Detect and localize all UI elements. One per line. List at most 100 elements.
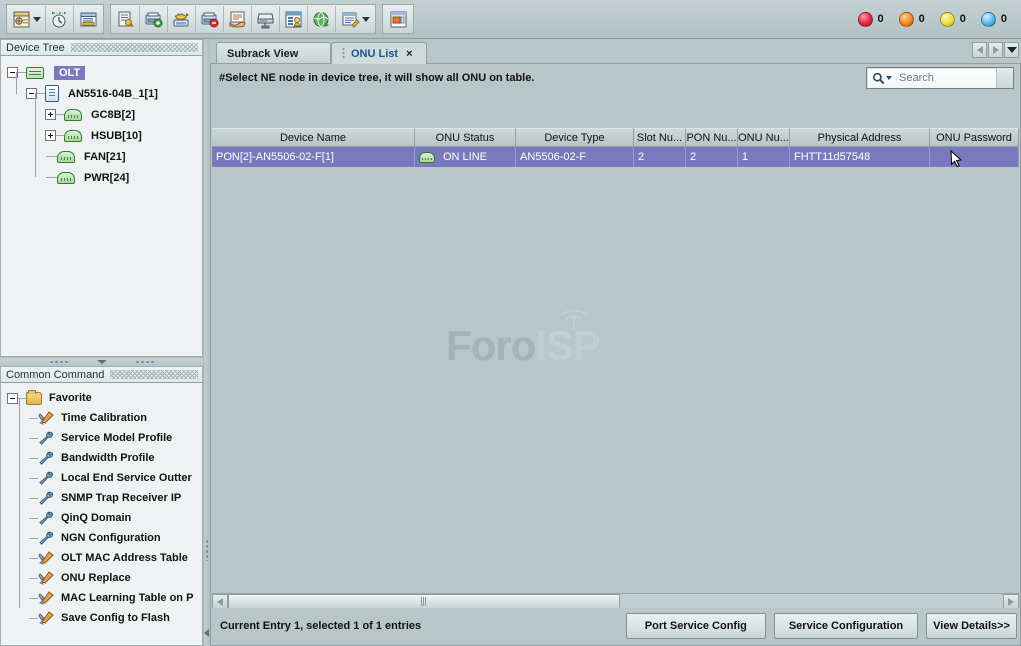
chevron-down-icon[interactable] — [33, 17, 41, 22]
search-input[interactable]: Search — [866, 67, 1014, 89]
vertical-splitter[interactable] — [203, 39, 210, 646]
tab-subrack-view[interactable]: Subrack View — [216, 42, 331, 64]
critical-alarm-count: 0 — [878, 13, 884, 25]
expander-plus-icon[interactable] — [45, 109, 56, 120]
collapse-arrow-icon[interactable] — [97, 360, 107, 364]
alarm-summary: 0 0 0 0 — [846, 12, 1021, 27]
tree-node-pwr[interactable]: PWR[24] — [1, 167, 202, 188]
polling-button[interactable] — [46, 6, 74, 32]
warning-alarm[interactable]: 0 — [981, 12, 1007, 27]
minor-alarm[interactable]: 0 — [940, 12, 966, 27]
expander-plus-icon[interactable] — [45, 130, 56, 141]
table-row[interactable]: PON[2]-AN5506-02-F[1] ON LINE AN5506-02-… — [212, 147, 1019, 167]
command-item-label: MAC Learning Table on P — [61, 592, 193, 604]
common-command-body[interactable]: Favorite Time Calibration — [0, 383, 203, 646]
command-item-save-config-to-flash[interactable]: Save Config to Flash — [1, 608, 202, 628]
topology-button[interactable] — [8, 6, 46, 32]
panel-grip[interactable] — [110, 370, 198, 379]
column-header-slot-number[interactable]: Slot Nu... — [634, 128, 686, 147]
command-item-onu-replace[interactable]: ONU Replace — [1, 568, 202, 588]
server-button[interactable] — [252, 6, 280, 32]
tools-icon — [38, 571, 54, 585]
chevron-down-icon[interactable] — [886, 76, 892, 80]
tab-list-button[interactable] — [1004, 42, 1019, 58]
tab-scroll-right-button[interactable] — [988, 42, 1003, 58]
application-window: 0 0 0 0 Device Tree — [0, 0, 1021, 646]
horizontal-splitter[interactable] — [0, 357, 203, 366]
collapse-arrow-icon[interactable] — [204, 629, 209, 637]
port-service-config-button[interactable]: Port Service Config — [626, 613, 766, 639]
panel-grip[interactable] — [71, 43, 198, 52]
scroll-right-button[interactable] — [1003, 594, 1019, 609]
splitter-grip — [135, 360, 155, 364]
network-discovery-button[interactable] — [168, 6, 196, 32]
command-item-ngn-configuration[interactable]: NGN Configuration — [1, 528, 202, 548]
tree-node-olt[interactable]: OLT — [1, 62, 202, 83]
license-button[interactable] — [224, 6, 252, 32]
tree-connector — [29, 478, 38, 479]
chevron-down-icon[interactable] — [362, 17, 370, 22]
command-item-qinq-domain[interactable]: QinQ Domain — [1, 508, 202, 528]
cell-device-name: PON[2]-AN5506-02-F[1] — [212, 147, 415, 167]
command-item-local-end-service-outter[interactable]: Local End Service Outter — [1, 468, 202, 488]
critical-alarm[interactable]: 0 — [858, 12, 884, 27]
column-header-onu-status[interactable]: ONU Status — [415, 128, 516, 147]
scroll-left-button[interactable] — [212, 594, 228, 609]
command-item-snmp-trap-receiver-ip[interactable]: SNMP Trap Receiver IP — [1, 488, 202, 508]
left-dock: Device Tree OLT — [0, 39, 206, 646]
search-field-area[interactable] — [996, 68, 1013, 88]
tab-scroll-left-button[interactable] — [972, 42, 987, 58]
tree-connector — [46, 177, 57, 178]
authorization-button[interactable] — [112, 6, 140, 32]
tree-connector — [29, 538, 38, 539]
command-item-label: OLT MAC Address Table — [61, 552, 188, 564]
command-item-mac-learning-table-on-port[interactable]: MAC Learning Table on P — [1, 588, 202, 608]
shelf-icon — [64, 109, 82, 121]
close-icon[interactable]: × — [406, 48, 412, 60]
onu-table[interactable]: Device Name ONU Status Device Type Slot … — [212, 128, 1019, 646]
table-header-row: Device Name ONU Status Device Type Slot … — [212, 128, 1019, 147]
table-horizontal-scrollbar[interactable] — [212, 593, 1019, 609]
global-button[interactable] — [308, 6, 336, 32]
scroll-thumb[interactable] — [228, 594, 620, 609]
command-item-olt-mac-address-table[interactable]: OLT MAC Address Table — [1, 548, 202, 568]
device-tree-body[interactable]: OLT AN5516-04B_1[1] — [0, 56, 203, 357]
major-alarm[interactable]: 0 — [899, 12, 925, 27]
column-header-device-name[interactable]: Device Name — [212, 128, 415, 147]
tree-node-fan[interactable]: FAN[21] — [1, 146, 202, 167]
favorite-folder-row[interactable]: Favorite — [1, 388, 202, 408]
scroll-thumb-grip — [421, 597, 427, 606]
add-device-button[interactable] — [140, 6, 168, 32]
tree-connector — [18, 72, 26, 73]
onu-list-button[interactable] — [74, 6, 102, 32]
column-header-onu-password[interactable]: ONU Password — [930, 128, 1019, 147]
report-button[interactable] — [336, 6, 374, 32]
tree-node-label: FAN[21] — [84, 151, 126, 163]
tools-icon — [38, 591, 54, 605]
common-command-title-bar: Common Command — [0, 366, 203, 383]
column-header-onu-number[interactable]: ONU Nu... — [738, 128, 790, 147]
tab-onu-list[interactable]: ONU List × — [331, 42, 427, 64]
cell-device-type: AN5506-02-F — [516, 147, 634, 167]
database-button[interactable] — [280, 6, 308, 32]
delete-device-button[interactable] — [196, 6, 224, 32]
column-header-device-type[interactable]: Device Type — [516, 128, 634, 147]
command-item-time-calibration[interactable]: Time Calibration — [1, 408, 202, 428]
tree-node-label: OLT — [54, 66, 85, 80]
command-item-service-model-profile[interactable]: Service Model Profile — [1, 428, 202, 448]
expander-minus-icon[interactable] — [7, 393, 18, 404]
status-text: Current Entry 1, selected 1 of 1 entries — [212, 620, 421, 632]
search-placeholder: Search — [899, 72, 934, 84]
subrack-view-button[interactable] — [384, 6, 412, 32]
service-configuration-button[interactable]: Service Configuration — [774, 613, 918, 639]
command-item-bandwidth-profile[interactable]: Bandwidth Profile — [1, 448, 202, 468]
tools-icon — [38, 551, 54, 565]
column-header-physical-address[interactable]: Physical Address — [790, 128, 930, 147]
column-header-pon-number[interactable]: PON Nu... — [686, 128, 738, 147]
tree-node-an5516[interactable]: AN5516-04B_1[1] — [1, 83, 202, 104]
tree-node-gc8b[interactable]: GC8B[2] — [1, 104, 202, 125]
view-details-button[interactable]: View Details>> — [926, 613, 1017, 639]
scroll-track[interactable] — [228, 594, 1003, 609]
major-alarm-count: 0 — [919, 13, 925, 25]
tree-node-hsub[interactable]: HSUB[10] — [1, 125, 202, 146]
